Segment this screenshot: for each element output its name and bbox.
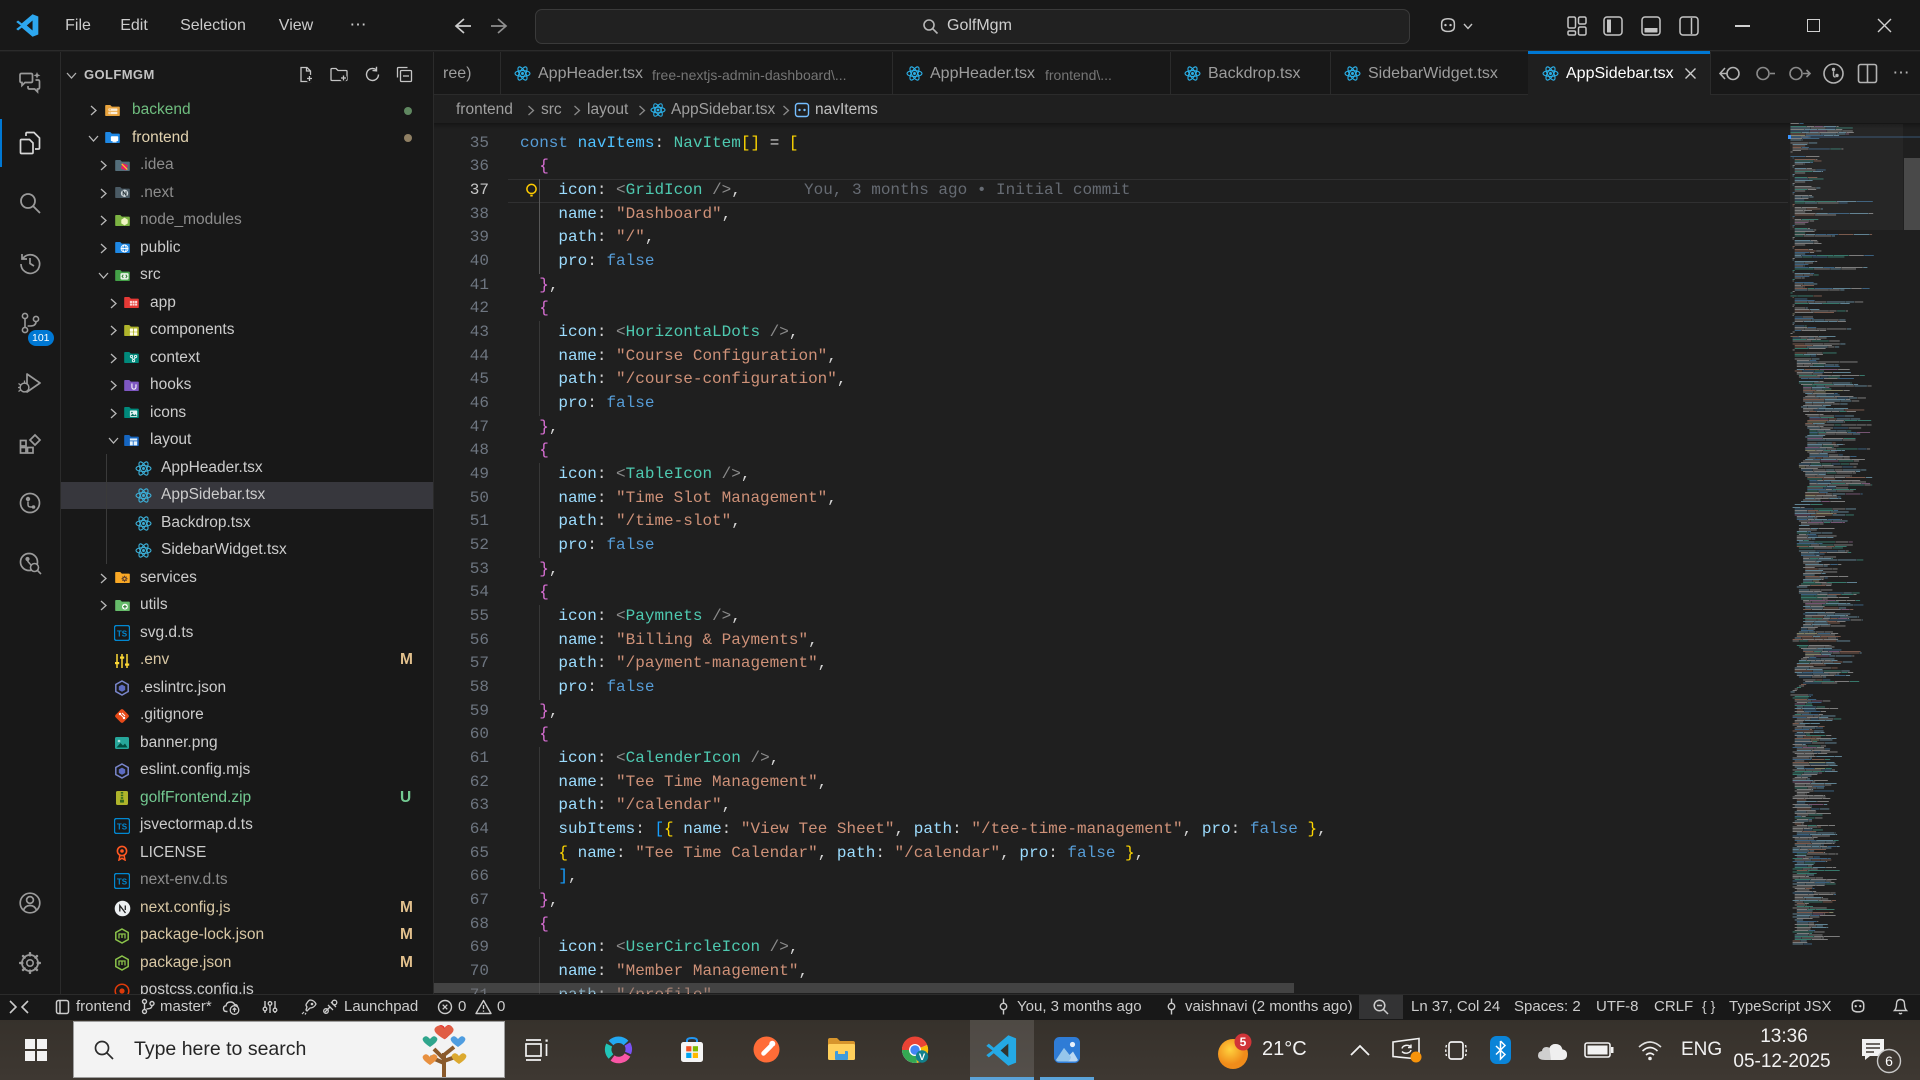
svg-text:6: 6 — [1885, 1053, 1893, 1069]
svg-text:V: V — [919, 1052, 926, 1063]
svg-text:5: 5 — [1240, 1035, 1247, 1049]
